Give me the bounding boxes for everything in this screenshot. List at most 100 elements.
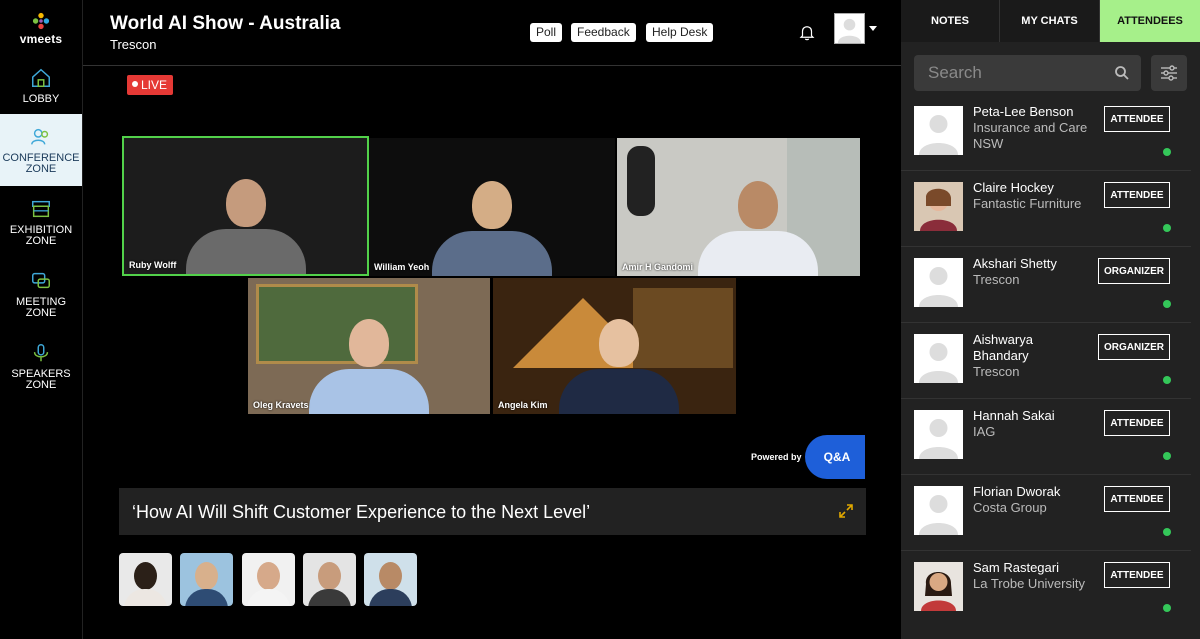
user-avatar[interactable] xyxy=(834,13,865,44)
attendee-row[interactable]: Claire Hockey Fantastic Furniture ATTEND… xyxy=(901,171,1191,247)
online-status-dot xyxy=(1163,224,1171,232)
nav-item-speakers-zone[interactable]: SPEAKERS ZONE xyxy=(0,330,82,402)
attendee-avatar xyxy=(914,334,963,383)
logo-text: vmeets xyxy=(19,32,63,46)
speaker-thumbnail[interactable] xyxy=(242,553,295,606)
participant-name: Angela Kim xyxy=(498,400,548,410)
attendee-org: Trescon xyxy=(973,272,1020,287)
notification-bell-icon[interactable] xyxy=(798,23,816,41)
event-header: World AI Show - Australia Trescon Poll F… xyxy=(83,0,901,66)
speaker-video xyxy=(697,181,818,276)
speaker-video xyxy=(185,179,306,274)
attendee-search xyxy=(914,55,1141,91)
video-tile-amir-gandomi[interactable]: Amir H Gandomi xyxy=(617,138,860,276)
attendee-name: Florian Dworak xyxy=(973,484,1061,499)
online-status-dot xyxy=(1163,376,1171,384)
nav-label-exhibition-zone: EXHIBITION ZONE xyxy=(9,223,73,247)
speaker-thumbnail[interactable] xyxy=(119,553,172,606)
feedback-button[interactable]: Feedback xyxy=(571,23,636,42)
attendee-photo xyxy=(914,182,963,231)
logo-icon xyxy=(32,12,50,30)
participant-name: William Yeoh xyxy=(374,262,430,272)
live-dot-icon xyxy=(132,81,138,87)
online-status-dot xyxy=(1163,528,1171,536)
attendee-org: Insurance and Care NSW xyxy=(973,120,1088,151)
panel-tabs: NOTES MY CHATS ATTENDEES xyxy=(901,0,1200,42)
attendee-avatar xyxy=(914,182,963,231)
video-tile-ruby-wolff[interactable]: Ruby Wolff xyxy=(122,136,369,276)
attendee-row[interactable]: Aishwarya Bhandary Trescon ORGANIZER xyxy=(901,323,1191,399)
participant-name: Ruby Wolff xyxy=(129,260,177,270)
qa-button[interactable]: Q&A xyxy=(805,435,865,479)
attendee-info: Hannah Sakai IAG xyxy=(973,408,1098,440)
speaker-thumbnail[interactable] xyxy=(180,553,233,606)
attendee-info: Peta-Lee Benson Insurance and Care NSW xyxy=(973,104,1098,152)
live-label: LIVE xyxy=(141,78,168,92)
nav-label-meeting-zone: MEETING ZONE xyxy=(15,295,67,319)
poll-button[interactable]: Poll xyxy=(530,23,563,42)
attendee-name: Claire Hockey xyxy=(973,180,1054,195)
role-badge: ATTENDEE xyxy=(1104,182,1170,208)
attendee-name: Akshari Shetty xyxy=(973,256,1057,271)
attendee-row[interactable]: Hannah Sakai IAG ATTENDEE xyxy=(901,399,1191,475)
chevron-down-icon[interactable] xyxy=(869,26,877,31)
attendee-org: Trescon xyxy=(973,364,1020,379)
tab-my-chats[interactable]: MY CHATS xyxy=(1000,0,1100,42)
filter-button[interactable] xyxy=(1151,55,1187,91)
video-tile-oleg-kravets[interactable]: Oleg Kravets xyxy=(248,278,490,414)
session-title: ‘How AI Will Shift Customer Experience t… xyxy=(132,502,591,522)
online-status-dot xyxy=(1163,604,1171,612)
attendee-avatar xyxy=(914,562,963,611)
role-badge: ORGANIZER xyxy=(1098,334,1170,360)
online-status-dot xyxy=(1163,452,1171,460)
expand-icon[interactable] xyxy=(838,503,854,519)
exhibition-icon xyxy=(32,200,50,217)
video-tile-william-yeoh[interactable]: William Yeoh xyxy=(369,138,615,276)
speaker-video xyxy=(559,319,680,414)
help-desk-button[interactable]: Help Desk xyxy=(646,23,714,42)
left-nav-rail: vmeets LOBBY CONFERENCE ZONE EXHIBITION … xyxy=(0,0,83,639)
side-panel: NOTES MY CHATS ATTENDEES Peta-Lee Benson… xyxy=(901,0,1200,639)
tab-attendees[interactable]: ATTENDEES xyxy=(1100,0,1200,42)
default-avatar-icon xyxy=(914,106,963,155)
nav-item-lobby[interactable]: LOBBY xyxy=(0,58,82,114)
attendee-row[interactable]: Florian Dworak Costa Group ATTENDEE xyxy=(901,475,1191,551)
attendee-name: Hannah Sakai xyxy=(973,408,1055,423)
role-badge: ATTENDEE xyxy=(1104,410,1170,436)
attendee-org: Costa Group xyxy=(973,500,1047,515)
search-icon[interactable] xyxy=(1114,65,1130,81)
nav-item-meeting-zone[interactable]: MEETING ZONE xyxy=(0,258,82,330)
video-tile-angela-kim[interactable]: Angela Kim xyxy=(493,278,736,414)
default-avatar-icon xyxy=(914,410,963,459)
attendee-row[interactable]: Sam Rastegari La Trobe University ATTEND… xyxy=(901,551,1191,627)
microphone-icon xyxy=(33,343,49,361)
search-input[interactable] xyxy=(914,55,1109,91)
attendee-org: Fantastic Furniture xyxy=(973,196,1082,211)
speaker-video xyxy=(309,319,429,414)
online-status-dot xyxy=(1163,300,1171,308)
attendee-info: Claire Hockey Fantastic Furniture xyxy=(973,180,1098,212)
speaker-thumbnail[interactable] xyxy=(303,553,356,606)
attendee-name: Sam Rastegari xyxy=(973,560,1059,575)
participant-name: Amir H Gandomi xyxy=(622,262,694,272)
attendee-row[interactable]: Akshari Shetty Trescon ORGANIZER xyxy=(901,247,1191,323)
attendee-org: La Trobe University xyxy=(973,576,1085,591)
attendee-avatar xyxy=(914,486,963,535)
online-status-dot xyxy=(1163,148,1171,156)
speaker-thumbnail[interactable] xyxy=(364,553,417,606)
participant-name: Oleg Kravets xyxy=(253,400,309,410)
tab-notes[interactable]: NOTES xyxy=(901,0,1000,42)
session-title-bar: ‘How AI Will Shift Customer Experience t… xyxy=(119,488,866,535)
live-badge: LIVE xyxy=(127,75,174,95)
vmeets-logo[interactable]: vmeets xyxy=(0,0,82,58)
attendee-name: Aishwarya Bhandary xyxy=(973,332,1033,363)
default-avatar-icon xyxy=(835,14,864,43)
nav-item-conference-zone[interactable]: CONFERENCE ZONE xyxy=(0,114,82,186)
conference-icon xyxy=(31,128,49,145)
nav-item-exhibition-zone[interactable]: EXHIBITION ZONE xyxy=(0,186,82,258)
meeting-icon xyxy=(32,272,50,288)
role-badge: ORGANIZER xyxy=(1098,258,1170,284)
attendee-avatar xyxy=(914,410,963,459)
default-avatar-icon xyxy=(914,486,963,535)
attendee-row[interactable]: Peta-Lee Benson Insurance and Care NSW A… xyxy=(901,95,1191,171)
